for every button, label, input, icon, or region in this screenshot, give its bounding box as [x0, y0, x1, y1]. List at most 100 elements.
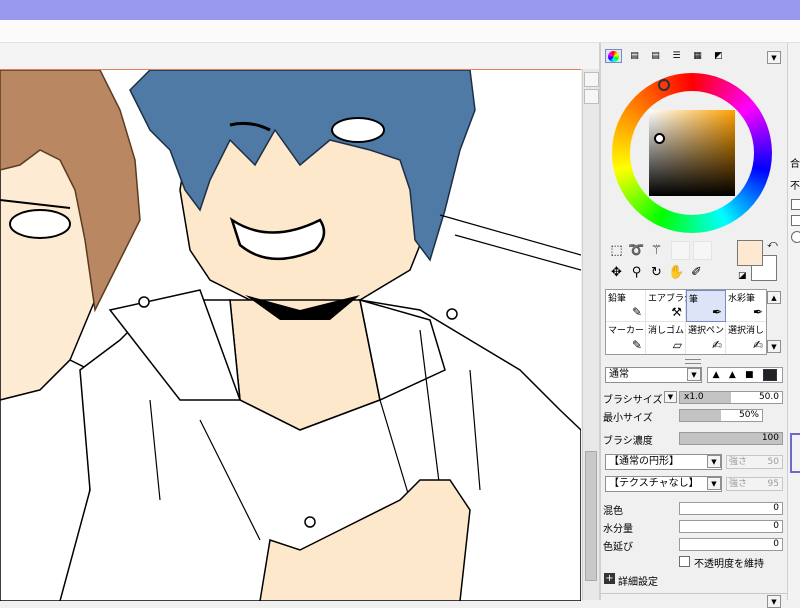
- scroll-up-button[interactable]: [584, 72, 599, 87]
- edge-hard-icon[interactable]: ■: [745, 370, 754, 380]
- brush-shape-dropdown-button[interactable]: ▼: [707, 455, 721, 468]
- edge-soft-icon[interactable]: ▲: [713, 370, 720, 380]
- eyedropper-tool[interactable]: ✐: [687, 263, 706, 282]
- keep-opacity-checkbox[interactable]: [679, 556, 690, 567]
- edge-medium-icon[interactable]: ▲: [729, 370, 736, 380]
- rotate-tool[interactable]: ↻: [647, 263, 666, 282]
- chevron-down-icon: ▼: [771, 597, 777, 606]
- rgb-slider-tab[interactable]: ▤: [626, 49, 643, 63]
- min-size-slider[interactable]: 50%: [679, 409, 763, 422]
- foreground-color-swatch[interactable]: [737, 240, 763, 266]
- chevron-down-icon: ▼: [667, 393, 674, 401]
- texture-value: 【テクスチャなし】: [609, 478, 699, 489]
- hand-tool[interactable]: ✋: [667, 263, 686, 282]
- marquee-icon: ⬚: [610, 243, 623, 258]
- brush-marker[interactable]: マーカー ✎: [606, 322, 646, 354]
- layer-panel-edge-text: 不: [790, 181, 800, 192]
- layer-checkbox[interactable]: [791, 215, 800, 226]
- brush-select-eraser[interactable]: 選択消し ✍: [726, 322, 766, 354]
- zoom-tool[interactable]: ⚲: [627, 263, 646, 282]
- chevron-down-icon: ▼: [771, 53, 777, 62]
- drawing-canvas[interactable]: [0, 69, 581, 601]
- brush-label: 筆: [689, 295, 699, 305]
- hsv-slider-tab[interactable]: ▤: [647, 49, 664, 63]
- details-dropdown-button[interactable]: ▼: [767, 595, 781, 608]
- magic-wand-tool[interactable]: ⚚: [647, 241, 666, 260]
- zoom-icon: ⚲: [631, 265, 642, 280]
- hue-marker[interactable]: [658, 79, 670, 91]
- brush-shape-select[interactable]: 【通常の円形】: [605, 454, 722, 470]
- color-stretch-slider[interactable]: 0: [679, 538, 783, 551]
- brush-label: 選択消し: [728, 326, 765, 336]
- menu-bar: [0, 20, 800, 43]
- scroll-thumb[interactable]: [585, 451, 597, 581]
- brush-pencil[interactable]: 鉛筆 ✎: [606, 290, 646, 322]
- reset-colors-icon[interactable]: ◪: [738, 271, 747, 281]
- brush-size-label: ブラシサイズ: [603, 395, 663, 406]
- title-bar: [0, 0, 800, 20]
- edge-hardest-icon[interactable]: ■: [762, 369, 778, 381]
- water-slider[interactable]: 0: [679, 520, 783, 533]
- blend-mode-value: 通常: [609, 369, 629, 380]
- brush-brush[interactable]: 筆 ✒: [686, 290, 726, 322]
- color-wheel[interactable]: [612, 73, 772, 233]
- brush-density-slider[interactable]: 100: [679, 432, 783, 445]
- color-wheel-tab[interactable]: [605, 49, 622, 63]
- blend-mode-dropdown-button[interactable]: ▼: [687, 368, 701, 381]
- keep-opacity-label: 不透明度を維持: [694, 559, 764, 570]
- swap-colors-icon[interactable]: ⤺: [767, 239, 778, 250]
- water-value: 0: [773, 521, 779, 531]
- hand-icon: ✋: [668, 265, 685, 280]
- scratchpad-tab[interactable]: ◩: [710, 49, 727, 63]
- lasso-icon: ➰: [628, 243, 645, 258]
- mix-value: 0: [773, 503, 779, 513]
- brush-size-value: 50.0: [758, 392, 779, 402]
- list-tab[interactable]: ☰: [668, 49, 685, 63]
- line-art-illustration: [0, 70, 581, 601]
- brush-tool-grid: 鉛筆 ✎ エアブラシ ⚒ 筆 ✒ 水彩筆 ✒ マーカー ✎ 消しゴム ▱ 選択ペン ✍ 選択消…: [605, 289, 767, 355]
- layer-item[interactable]: [790, 433, 800, 473]
- eyedropper-icon: ✐: [691, 265, 702, 280]
- brush-watercolor[interactable]: 水彩筆 ✒: [726, 290, 766, 322]
- brush-label: 消しゴム: [648, 326, 685, 336]
- palette-icon: ◩: [714, 51, 723, 61]
- lasso-tool[interactable]: ➰: [627, 241, 646, 260]
- texture-strength-field: 強さ 95: [726, 477, 783, 491]
- swatch-tab[interactable]: ▦: [689, 49, 706, 63]
- mix-label: 混色: [603, 506, 623, 517]
- move-icon: ✥: [611, 265, 622, 280]
- brush-select-pen[interactable]: 選択ペン ✍: [686, 322, 726, 354]
- details-divider: [601, 593, 787, 594]
- brush-eraser[interactable]: 消しゴム ▱: [646, 322, 686, 354]
- expand-plus-icon[interactable]: +: [604, 573, 615, 584]
- move-tool[interactable]: ✥: [607, 263, 626, 282]
- swatch-icon: ▦: [693, 51, 702, 61]
- brush-scroll-up-button[interactable]: ▲: [767, 291, 781, 304]
- brush-airbrush[interactable]: エアブラシ ⚒: [646, 290, 693, 322]
- chevron-down-icon: ▼: [711, 457, 717, 466]
- layer-radio[interactable]: [791, 231, 800, 243]
- airbrush-icon: ⚒: [671, 305, 682, 319]
- list-icon: ☰: [672, 51, 681, 61]
- shape-strength-field: 強さ 50: [726, 455, 783, 469]
- chevron-down-icon: ▼: [771, 342, 777, 351]
- canvas-vertical-scrollbar[interactable]: [582, 69, 600, 600]
- brush-scroll-down-button[interactable]: ▼: [767, 340, 781, 353]
- brush-size-slider[interactable]: x1.0 50.0: [679, 391, 783, 404]
- grip-handle[interactable]: [685, 359, 701, 364]
- water-label: 水分量: [603, 524, 633, 535]
- strength-label: 強さ: [729, 457, 748, 467]
- saturation-value-square[interactable]: [649, 110, 735, 196]
- layer-checkbox[interactable]: [791, 199, 800, 210]
- size-multiplier-dropdown[interactable]: ▼: [664, 391, 677, 403]
- scroll-down-button[interactable]: [584, 89, 599, 104]
- magic-wand-icon: ⚚: [650, 243, 663, 258]
- color-panel-menu-button[interactable]: ▼: [767, 51, 781, 64]
- sv-marker[interactable]: [654, 133, 665, 144]
- texture-select[interactable]: 【テクスチャなし】: [605, 476, 722, 492]
- marquee-tool[interactable]: ⬚: [607, 241, 626, 260]
- details-settings-label[interactable]: 詳細設定: [618, 573, 658, 588]
- strength-label: 強さ: [729, 479, 748, 489]
- texture-dropdown-button[interactable]: ▼: [707, 477, 721, 490]
- mix-slider[interactable]: 0: [679, 502, 783, 515]
